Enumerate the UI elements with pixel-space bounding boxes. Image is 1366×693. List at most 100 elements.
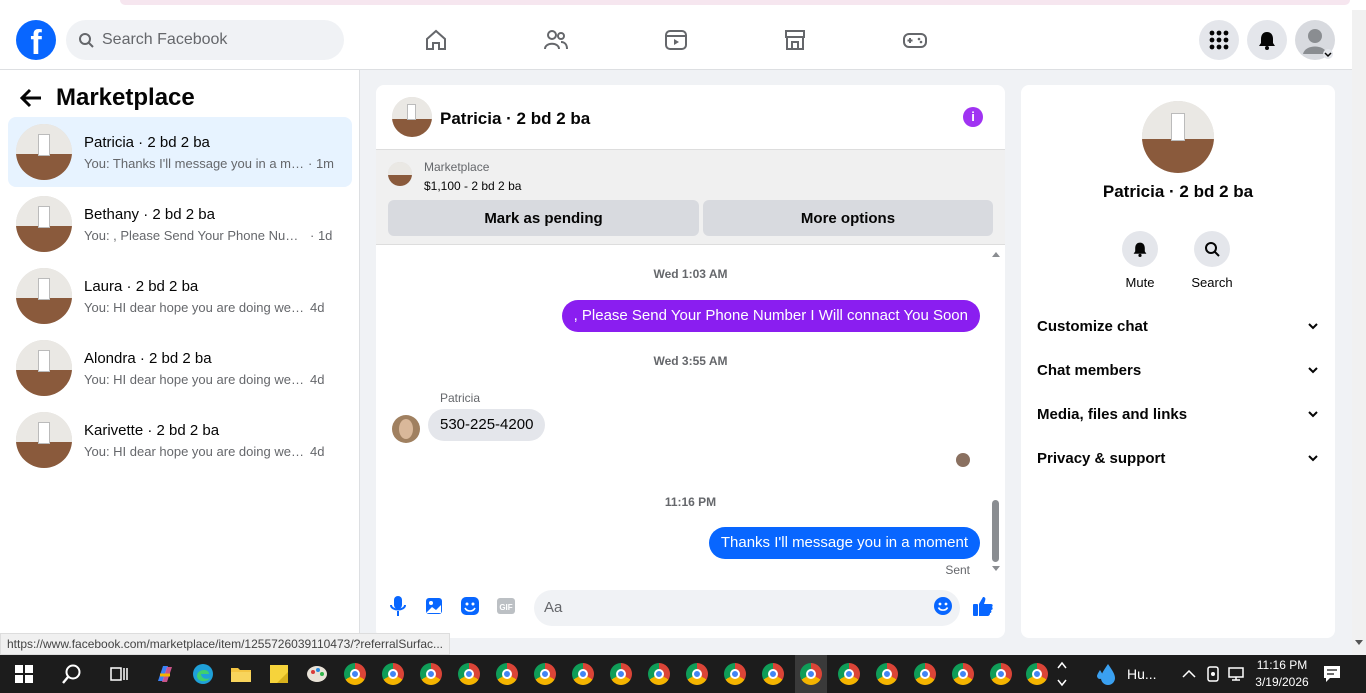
- chrome-icon[interactable]: [951, 662, 975, 686]
- sticker-icon[interactable]: [459, 595, 481, 617]
- conversation-name: Patricia · 2 bd 2 ba: [84, 133, 210, 151]
- task-view-icon[interactable]: [107, 662, 131, 686]
- info-icon[interactable]: i: [963, 107, 983, 127]
- thread-scrollbar[interactable]: [990, 245, 1002, 580]
- account-avatar[interactable]: [1295, 20, 1335, 60]
- back-arrow-icon[interactable]: [20, 88, 42, 108]
- listing-label: Marketplace: [424, 160, 490, 174]
- conversation-time: 4d: [310, 299, 325, 315]
- chat-panel: Patricia · 2 bd 2 ba i Marketplace $1,10…: [376, 85, 1005, 638]
- thumbs-up-icon[interactable]: [972, 595, 994, 617]
- windows-start-icon[interactable]: [12, 662, 36, 686]
- privacy-support-section[interactable]: Privacy & support: [1037, 440, 1319, 476]
- chrome-icon[interactable]: [609, 662, 633, 686]
- chrome-icon[interactable]: [685, 662, 709, 686]
- conversation-item-karivette[interactable]: Karivette · 2 bd 2 ba You: HI dear hope y…: [8, 405, 352, 475]
- more-options-button[interactable]: More options: [703, 200, 993, 236]
- mute-action[interactable]: Mute: [1110, 231, 1170, 290]
- taskbar-search-icon[interactable]: [60, 662, 84, 686]
- scroll-up-icon[interactable]: [991, 250, 1001, 258]
- video-icon[interactable]: [661, 25, 691, 55]
- file-explorer-icon[interactable]: [229, 662, 253, 686]
- marketplace-icon[interactable]: [780, 25, 810, 55]
- sent-status: Sent: [945, 563, 970, 577]
- conversation-item-bethany[interactable]: Bethany · 2 bd 2 ba You: , Please Send Yo…: [8, 189, 352, 259]
- search-placeholder: Search Facebook: [102, 31, 228, 48]
- mark-as-pending-button[interactable]: Mark as pending: [388, 200, 699, 236]
- media-files-links-section[interactable]: Media, files and links: [1037, 396, 1319, 432]
- chrome-icon[interactable]: [495, 662, 519, 686]
- tray-chevron-icon[interactable]: [1182, 655, 1196, 693]
- scrollbar-thumb[interactable]: [992, 500, 999, 562]
- search-action[interactable]: Search: [1182, 231, 1242, 290]
- sender-avatar[interactable]: [392, 415, 420, 443]
- search-label: Search: [1191, 275, 1233, 290]
- microphone-icon[interactable]: [387, 595, 409, 617]
- home-icon[interactable]: [421, 25, 451, 55]
- chrome-icon[interactable]: [533, 662, 557, 686]
- marketplace-sidebar: Marketplace Patricia · 2 bd 2 ba You: Tha…: [0, 70, 360, 640]
- search-icon[interactable]: [1194, 231, 1230, 267]
- listing-detail[interactable]: $1,100 - 2 bd 2 ba: [424, 179, 521, 193]
- chrome-icon[interactable]: [723, 662, 747, 686]
- listing-banner: Marketplace $1,100 - 2 bd 2 ba Mark as p…: [376, 150, 1005, 245]
- outgoing-message[interactable]: , Please Send Your Phone Number I Will c…: [561, 300, 980, 332]
- conversation-item-patricia[interactable]: Patricia · 2 bd 2 ba You: Thanks I'll mes…: [8, 117, 352, 187]
- details-avatar[interactable]: [1142, 101, 1214, 173]
- chrome-icon-active[interactable]: [795, 655, 827, 693]
- search-box[interactable]: Search Facebook: [66, 20, 344, 60]
- bell-icon[interactable]: [1122, 231, 1158, 267]
- conversation-name: Alondra · 2 bd 2 ba: [84, 349, 212, 367]
- customize-chat-section[interactable]: Customize chat: [1037, 308, 1319, 344]
- timestamp: Wed 3:55 AM: [653, 354, 728, 368]
- copilot-icon[interactable]: [153, 662, 177, 686]
- chevron-down-icon: [1308, 367, 1318, 374]
- chrome-icon[interactable]: [837, 662, 861, 686]
- chrome-icon[interactable]: [875, 662, 899, 686]
- chrome-icon[interactable]: [343, 662, 367, 686]
- listing-thumbnail-small[interactable]: [388, 162, 412, 186]
- gaming-icon[interactable]: [900, 25, 930, 55]
- message-input[interactable]: Aa: [534, 590, 960, 626]
- sticky-notes-icon[interactable]: [267, 662, 291, 686]
- chrome-icon[interactable]: [457, 662, 481, 686]
- chat-members-section[interactable]: Chat members: [1037, 352, 1319, 388]
- chat-avatar[interactable]: [392, 97, 432, 137]
- chrome-icon[interactable]: [381, 662, 405, 686]
- bell-icon[interactable]: [1247, 20, 1287, 60]
- chrome-icon[interactable]: [913, 662, 937, 686]
- chrome-icon[interactable]: [989, 662, 1013, 686]
- chat-title[interactable]: Patricia · 2 bd 2 ba: [440, 109, 590, 129]
- scroll-down-icon[interactable]: [991, 565, 1001, 573]
- gif-icon[interactable]: GIF: [495, 595, 517, 617]
- top-navigation-bar: f Search Facebook: [0, 10, 1352, 70]
- conversation-item-alondra[interactable]: Alondra · 2 bd 2 ba You: HI dear hope you…: [8, 333, 352, 403]
- conversation-time: 4d: [310, 371, 325, 387]
- weather-widget[interactable]: Hu...: [1095, 655, 1157, 693]
- chrome-icon[interactable]: [1025, 662, 1049, 686]
- friends-icon[interactable]: [541, 25, 571, 55]
- windows-taskbar: Hu... 11:16 PM 3/19/2026: [0, 655, 1366, 693]
- edge-icon[interactable]: [191, 662, 215, 686]
- paint-icon[interactable]: [305, 662, 329, 686]
- menu-grid-icon[interactable]: [1199, 20, 1239, 60]
- chrome-icon[interactable]: [647, 662, 671, 686]
- incoming-message[interactable]: 530-225-4200: [428, 409, 546, 441]
- taskbar-overflow-icon[interactable]: [1055, 661, 1069, 687]
- listing-thumbnail: [16, 196, 72, 252]
- photo-icon[interactable]: [423, 595, 445, 617]
- page-scrollbar[interactable]: [1352, 10, 1366, 655]
- taskbar-clock[interactable]: 11:16 PM 3/19/2026: [1250, 657, 1314, 691]
- conversation-item-laura[interactable]: Laura · 2 bd 2 ba You: HI dear hope you a…: [8, 261, 352, 331]
- emoji-icon[interactable]: [932, 595, 954, 617]
- notifications-icon[interactable]: [1323, 655, 1341, 693]
- facebook-logo[interactable]: f: [16, 20, 56, 60]
- network-icon[interactable]: [1228, 655, 1244, 693]
- tray-device-icon[interactable]: [1205, 655, 1221, 693]
- scroll-down-icon[interactable]: [1355, 640, 1363, 646]
- details-name[interactable]: Patricia · 2 bd 2 ba: [1021, 182, 1335, 202]
- outgoing-message[interactable]: Thanks I'll message you in a moment: [708, 527, 980, 559]
- chrome-icon[interactable]: [571, 662, 595, 686]
- chrome-icon[interactable]: [419, 662, 443, 686]
- chrome-icon[interactable]: [761, 662, 785, 686]
